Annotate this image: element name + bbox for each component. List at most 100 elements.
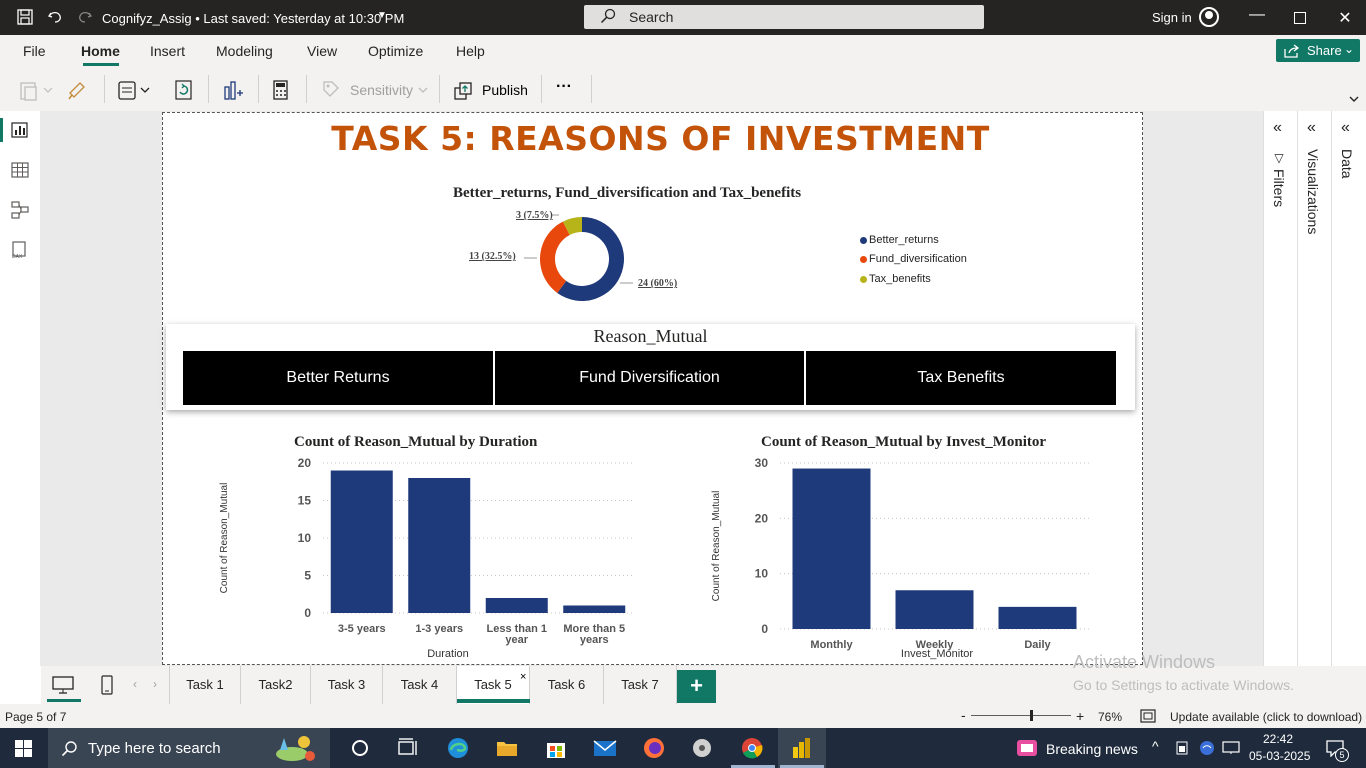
y-tick-label: 20	[298, 456, 312, 470]
clock-date[interactable]: 05-03-2025	[1249, 749, 1310, 763]
slicer-option-fund-diversification[interactable]: Fund Diversification	[495, 351, 804, 405]
share-icon	[1284, 44, 1300, 58]
show-hidden-icons-icon[interactable]: ^	[1152, 738, 1159, 754]
display-icon[interactable]	[1222, 741, 1240, 755]
visualizations-pane[interactable]: « Visualizations	[1297, 111, 1331, 666]
zoom-in-button[interactable]: +	[1076, 708, 1084, 724]
tab-task-1[interactable]: Task 1	[169, 666, 241, 704]
menu-insert[interactable]: Insert	[150, 43, 185, 59]
expand-visualizations-icon[interactable]: «	[1307, 119, 1316, 137]
scroll-tabs-right-icon[interactable]: ›	[153, 677, 157, 691]
expand-filters-icon[interactable]: «	[1273, 119, 1282, 137]
windows-start-icon[interactable]	[15, 740, 32, 757]
notification-count-badge: 5	[1335, 748, 1349, 762]
task-view-icon[interactable]	[396, 737, 420, 759]
menu-modeling[interactable]: Modeling	[216, 43, 273, 59]
zoom-slider[interactable]	[971, 715, 1071, 716]
sensitivity-button[interactable]: Sensitivity	[350, 82, 413, 98]
tab-task-2[interactable]: Task2	[241, 666, 311, 704]
zoom-level[interactable]: 76%	[1098, 710, 1122, 724]
update-available-link[interactable]: Update available (click to download)	[1170, 710, 1362, 724]
menu-optimize[interactable]: Optimize	[368, 43, 423, 59]
microsoft-store-icon[interactable]	[544, 737, 568, 759]
new-visual-icon[interactable]	[222, 79, 244, 101]
media-player-icon[interactable]	[690, 737, 714, 759]
news-headline[interactable]: Breaking news	[1046, 741, 1138, 757]
model-view-icon[interactable]	[11, 201, 29, 219]
legend-item-better-returns[interactable]: Better_returns	[860, 234, 939, 246]
expand-data-icon[interactable]: «	[1341, 119, 1350, 137]
paste-icon[interactable]	[20, 79, 54, 101]
battery-icon[interactable]	[1175, 741, 1189, 755]
bar-3-5-years[interactable]	[330, 470, 393, 614]
tab-task-3[interactable]: Task 3	[311, 666, 383, 704]
cortana-icon[interactable]	[348, 737, 372, 759]
invest-monitor-bar-chart[interactable]: 0102030Monthly Weekly DailyInvest_MonitorC…	[703, 453, 1123, 663]
bar-more-than-5-years[interactable]	[563, 605, 626, 614]
report-view-icon[interactable]	[11, 121, 29, 139]
mobile-layout-icon[interactable]	[101, 675, 113, 695]
clock-time[interactable]: 22:42	[1263, 732, 1293, 746]
reason-mutual-slicer: Reason_Mutual Better Returns Fund Divers…	[166, 324, 1135, 410]
donut-chart[interactable]: 24 (60%) 13 (32.5%) 3 (7.5%)	[453, 201, 713, 311]
zoom-out-button[interactable]: -	[961, 707, 966, 723]
desktop-layout-icon[interactable]	[52, 676, 74, 694]
slicer-option-better-returns[interactable]: Better Returns	[183, 351, 493, 405]
add-page-button[interactable]: +	[677, 670, 716, 703]
firefox-icon[interactable]	[642, 737, 666, 759]
menu-help[interactable]: Help	[456, 43, 485, 59]
table-view-icon[interactable]	[11, 161, 29, 179]
format-painter-icon[interactable]	[68, 79, 88, 101]
menu-file[interactable]: File	[23, 43, 46, 59]
mail-icon[interactable]	[593, 737, 617, 759]
collapse-ribbon-icon[interactable]	[1348, 95, 1360, 105]
network-icon[interactable]	[1199, 740, 1215, 756]
sign-in-link[interactable]: Sign in	[1152, 10, 1192, 25]
save-icon[interactable]	[17, 9, 33, 25]
data-pane[interactable]: « Data	[1331, 111, 1366, 666]
menu-view[interactable]: View	[307, 43, 337, 59]
legend-item-fund-diversification[interactable]: Fund_diversification	[860, 253, 967, 265]
close-icon[interactable]: ✕	[1335, 8, 1355, 28]
taskbar-search[interactable]: Type here to search	[48, 728, 330, 768]
refresh-icon[interactable]	[174, 79, 194, 101]
tab-task-7[interactable]: Task 7	[604, 666, 677, 704]
close-tab-icon[interactable]: ×	[520, 671, 526, 683]
redo-icon[interactable]	[77, 9, 93, 25]
tab-task-4[interactable]: Task 4	[383, 666, 457, 704]
slicer-option-tax-benefits[interactable]: Tax Benefits	[806, 351, 1116, 405]
data-source-icon[interactable]	[117, 79, 151, 101]
chrome-icon[interactable]	[740, 737, 764, 759]
tab-task-6[interactable]: Task 6	[530, 666, 604, 704]
view-switcher-rail: DAX	[0, 111, 41, 666]
undo-icon[interactable]	[47, 9, 63, 25]
publish-icon[interactable]	[453, 79, 473, 101]
more-options-button[interactable]: ···	[556, 78, 572, 96]
share-button[interactable]: Share ⌄	[1276, 39, 1360, 62]
filters-pane[interactable]: « ▽ Filters	[1263, 111, 1297, 666]
news-widget-icon[interactable]	[1016, 737, 1038, 759]
search-box[interactable]: Search	[584, 5, 984, 29]
bar-monthly[interactable]	[792, 468, 871, 629]
account-icon[interactable]	[1199, 7, 1219, 27]
calculator-icon[interactable]	[272, 79, 290, 101]
bar-daily[interactable]	[998, 606, 1077, 629]
file-explorer-icon[interactable]	[495, 737, 519, 759]
sensitivity-icon[interactable]	[321, 79, 341, 101]
edge-browser-icon[interactable]	[446, 737, 470, 759]
fit-to-page-icon[interactable]	[1140, 709, 1156, 723]
menu-home[interactable]: Home	[81, 43, 120, 59]
dax-query-view-icon[interactable]: DAX	[11, 241, 29, 259]
publish-button[interactable]: Publish	[482, 82, 528, 98]
maximize-icon[interactable]	[1294, 12, 1306, 24]
minimize-icon[interactable]: —	[1247, 6, 1267, 24]
legend-item-tax-benefits[interactable]: Tax_benefits	[860, 273, 931, 285]
scroll-tabs-left-icon[interactable]: ‹	[133, 677, 137, 691]
title-dropdown-icon[interactable]: ▼	[377, 10, 387, 21]
zoom-slider-thumb[interactable]	[1030, 710, 1033, 721]
bar-weekly[interactable]	[895, 590, 974, 629]
bar-1-3-years[interactable]	[408, 478, 471, 613]
bar-less-than-1-year[interactable]	[485, 598, 548, 613]
power-bi-icon[interactable]	[790, 737, 814, 759]
duration-bar-chart[interactable]: 051015203-5 years 1-3 years Less than 1yea…	[213, 453, 643, 663]
